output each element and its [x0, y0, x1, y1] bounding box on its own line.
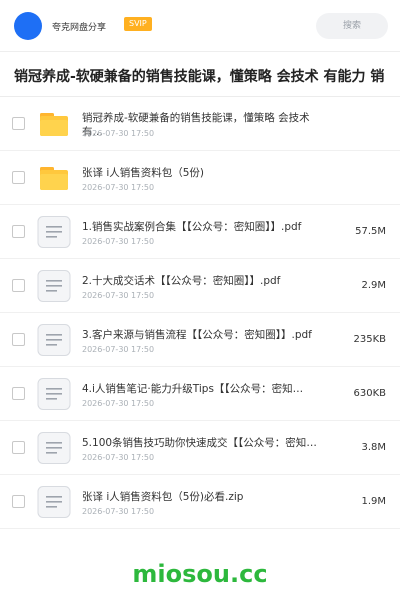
file-name: 张译 i人销售资料包（5份) — [82, 167, 205, 179]
file-date: 2026-07-30 17:50 — [82, 507, 155, 516]
folder-icon — [37, 162, 71, 194]
select-checkbox[interactable] — [12, 333, 25, 346]
list-item[interactable]: 1.销售实战案例合集【【公众号：密知圈】】.pdf 2026-07-30 17:… — [0, 205, 400, 259]
file-date: 2026-07-30 17:50 — [82, 345, 155, 354]
file-size: 235KB — [353, 334, 386, 345]
file-date: 2026-07-30 17:50 — [82, 183, 155, 192]
document-icon — [37, 324, 71, 356]
file-size: 57.5M — [355, 226, 386, 237]
vip-badge: SVIP — [124, 17, 152, 31]
document-icon — [37, 216, 71, 248]
file-date: 2026-07-30 17:50 — [82, 237, 155, 246]
select-checkbox[interactable] — [12, 495, 25, 508]
document-icon — [37, 270, 71, 302]
top-bar: 夸克网盘分享 SVIP 搜索 — [0, 0, 400, 52]
folder-icon — [37, 108, 71, 140]
select-checkbox[interactable] — [12, 387, 25, 400]
file-name: 4.i人销售笔记·能力升级Tips【【公众号：密知… — [82, 383, 304, 395]
file-name: 5.100条销售技巧助你快速成交【【公众号：密知圈… — [82, 437, 322, 449]
file-size: 1.9M — [361, 496, 386, 507]
file-date: 2026-07-30 17:50 — [82, 129, 155, 138]
list-item[interactable]: 5.100条销售技巧助你快速成交【【公众号：密知圈… 2026-07-30 17… — [0, 421, 400, 475]
file-date: 2026-07-30 17:50 — [82, 399, 155, 408]
file-name: 2.十大成交话术【【公众号：密知圈】】.pdf — [82, 275, 281, 287]
watermark-text: miosou.cc — [132, 560, 268, 588]
share-owner-name: 夸克网盘分享 — [52, 23, 107, 33]
avatar[interactable] — [14, 12, 42, 40]
file-name: 1.销售实战案例合集【【公众号：密知圈】】.pdf — [82, 221, 302, 233]
select-checkbox[interactable] — [12, 441, 25, 454]
select-checkbox[interactable] — [12, 117, 25, 130]
file-size: 3.8M — [361, 442, 386, 453]
search-button[interactable]: 搜索 — [316, 13, 388, 39]
document-icon — [37, 378, 71, 410]
file-size: 630KB — [353, 388, 386, 399]
file-list: 销冠养成-软硬兼备的销售技能课，懂策略 会技术 有… 2026-07-30 17… — [0, 97, 400, 529]
page-title: 销冠养成-软硬兼备的销售技能课，懂策略 会技术 有能力 销 — [14, 69, 385, 85]
list-item[interactable]: 3.客户来源与销售流程【【公众号：密知圈】】.pdf 2026-07-30 17… — [0, 313, 400, 367]
file-date: 2026-07-30 17:50 — [82, 291, 155, 300]
select-checkbox[interactable] — [12, 171, 25, 184]
document-icon — [37, 432, 71, 464]
list-item[interactable]: 张译 i人销售资料包（5份) 2026-07-30 17:50 — [0, 151, 400, 205]
select-checkbox[interactable] — [12, 279, 25, 292]
list-item[interactable]: 2.十大成交话术【【公众号：密知圈】】.pdf 2026-07-30 17:50… — [0, 259, 400, 313]
archive-icon — [37, 486, 71, 518]
list-item[interactable]: 张译 i人销售资料包（5份)必看.zip 2026-07-30 17:50 1.… — [0, 475, 400, 529]
file-name: 张译 i人销售资料包（5份)必看.zip — [82, 491, 244, 503]
list-item[interactable]: 销冠养成-软硬兼备的销售技能课，懂策略 会技术 有… 2026-07-30 17… — [0, 97, 400, 151]
file-size: 2.9M — [361, 280, 386, 291]
file-date: 2026-07-30 17:50 — [82, 453, 155, 462]
select-checkbox[interactable] — [12, 225, 25, 238]
list-item[interactable]: 4.i人销售笔记·能力升级Tips【【公众号：密知… 2026-07-30 17… — [0, 367, 400, 421]
file-name: 3.客户来源与销售流程【【公众号：密知圈】】.pdf — [82, 329, 312, 341]
